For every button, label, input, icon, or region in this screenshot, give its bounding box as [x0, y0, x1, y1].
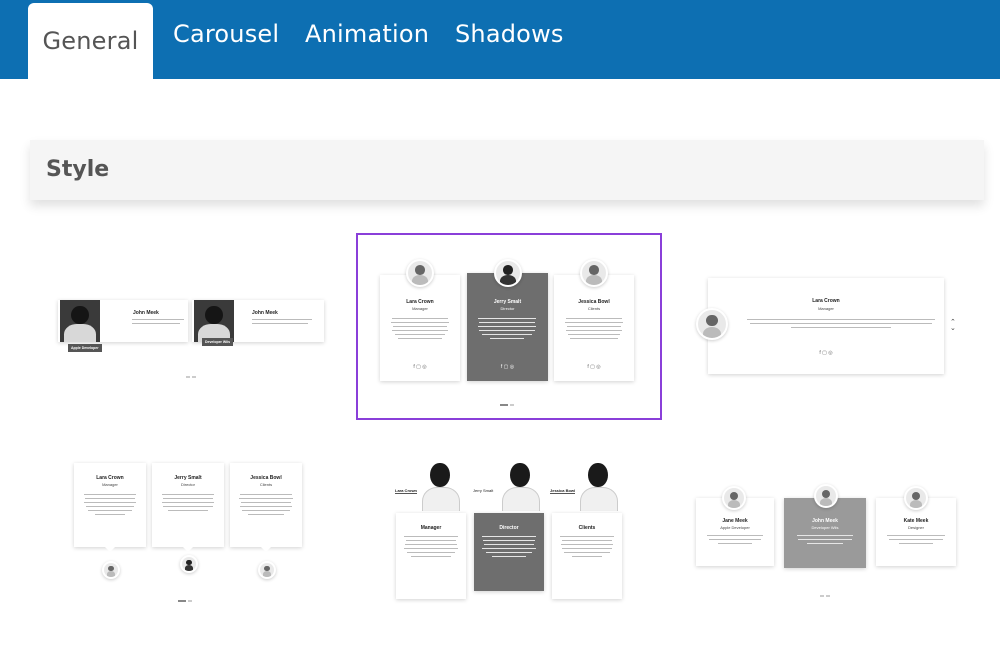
pagination-dots: [820, 584, 832, 597]
card-label: Developer Wiis: [202, 338, 234, 346]
card-name: Jessica Bowl: [550, 488, 576, 494]
avatar: [406, 259, 434, 287]
card-name: Jane Meek: [722, 518, 748, 524]
card-role: Manager: [412, 306, 428, 311]
bubble-tip: [261, 547, 271, 552]
card-role: Director: [180, 482, 195, 487]
card-role: Manager: [818, 306, 834, 311]
style-option-6[interactable]: Jane Meek Apple Developer John Meek Deve…: [690, 480, 970, 597]
tab-animation[interactable]: Animation: [305, 20, 429, 62]
style-option-5[interactable]: Lara Crown Jerry Smalt Jessica Bowl Mana…: [390, 455, 640, 605]
testimonial-card: Lara Crown Manager: [74, 463, 146, 547]
social-icons: f ▢ ◎: [500, 364, 515, 370]
testimonial-card: Clients: [552, 513, 622, 599]
testimonial-card: Lara Crown Manager f ▢ ◎: [708, 278, 944, 374]
avatar: [494, 259, 522, 287]
style-option-1[interactable]: John Meek Apple Developer John Meek Deve…: [40, 280, 340, 380]
testimonial-card: Jerry Smalt Director: [152, 463, 224, 547]
testimonial-card: John Meek: [58, 300, 188, 342]
card-role: Apple Developer: [720, 525, 750, 530]
card-name: Jessica Bowl: [578, 299, 610, 305]
avatar: [814, 484, 838, 508]
avatar: [102, 561, 120, 579]
card-text: [403, 533, 459, 560]
card-text: [252, 316, 312, 327]
card-label: Apple Developer: [68, 344, 102, 352]
testimonial-card: Jessica Bowl Clients: [230, 463, 302, 547]
photo: [498, 455, 542, 511]
card-name: Lara Crown: [96, 475, 124, 481]
social-icons: f ▢ ◎: [587, 364, 601, 370]
card-text: [746, 316, 936, 331]
card-text: [886, 532, 946, 547]
card-role: Clients: [578, 525, 596, 531]
section-header: Style: [30, 140, 984, 200]
testimonial-card: Lara Crown Manager f ▢ ◎: [380, 275, 460, 381]
carousel-arrows-icon: ⌃ ⌄: [950, 319, 956, 332]
style-option-2[interactable]: Lara Crown Manager f ▢ ◎ Jerry Smalt Dir…: [356, 233, 662, 420]
card-role: Developer Wiis: [811, 525, 839, 530]
card-role: Director: [500, 306, 515, 311]
card-text: [390, 315, 450, 342]
card-name: Lara Crown: [395, 488, 418, 494]
photo: [60, 300, 100, 342]
testimonial-card-active: John Meek Developer Wiis: [784, 498, 866, 568]
card-role: Director: [499, 525, 519, 531]
social-icons: f ▢ ◎: [819, 350, 833, 356]
card-name: Lara Crown: [406, 299, 434, 305]
testimonial-card-active: Director: [474, 513, 544, 591]
card-text: [559, 533, 615, 560]
testimonial-card: John Meek: [192, 300, 324, 342]
card-text: [132, 316, 184, 327]
testimonial-card-active: Jerry Smalt Director f ▢ ◎: [467, 273, 548, 381]
avatar: [180, 555, 198, 573]
card-name: Kate Meek: [903, 518, 929, 524]
bubble-tip: [105, 547, 115, 552]
pagination-dots: [178, 589, 194, 602]
pagination-dots: [500, 393, 516, 406]
testimonial-card: Jessica Bowl Clients f ▢ ◎: [554, 275, 634, 381]
card-role: Manager: [102, 482, 118, 487]
avatar: [580, 259, 608, 287]
testimonial-card: Manager: [396, 513, 466, 599]
card-role: Clients: [259, 482, 273, 487]
card-name: Jessica Bowl: [250, 475, 282, 481]
card-text: [706, 532, 764, 547]
style-option-4[interactable]: Lara Crown Manager Jerry Smalt Director …: [60, 455, 302, 602]
card-name: John Meek: [812, 518, 838, 524]
card-text: [238, 491, 294, 518]
card-name: Jerry Smalt: [473, 488, 494, 493]
pagination-dots: [186, 365, 198, 378]
card-role: Clients: [587, 306, 601, 311]
tab-general[interactable]: General: [28, 3, 153, 79]
avatar: [722, 486, 746, 510]
card-text: [477, 315, 537, 342]
tab-carousel[interactable]: Carousel: [173, 20, 279, 62]
avatar: [904, 486, 928, 510]
card-role: Manager: [420, 525, 442, 531]
photo: [418, 455, 462, 511]
bubble-tip: [183, 547, 193, 552]
style-option-3[interactable]: Lara Crown Manager f ▢ ◎ ⌃ ⌄: [690, 270, 970, 380]
section-title: Style: [46, 157, 110, 182]
card-name: Jerry Smalt: [174, 475, 202, 481]
card-text: [82, 491, 138, 518]
card-text: [481, 533, 537, 560]
card-text: [160, 491, 216, 514]
card-text: [564, 315, 624, 342]
tab-bar: General Carousel Animation Shadows: [0, 0, 1000, 79]
avatar: [696, 308, 728, 340]
card-role: Designer: [907, 525, 924, 530]
card-name: Lara Crown: [812, 298, 840, 304]
card-name: Jerry Smalt: [493, 299, 522, 305]
social-icons: f ▢ ◎: [413, 364, 427, 370]
photo: [576, 455, 620, 511]
card-text: [796, 532, 854, 547]
avatar: [258, 561, 276, 579]
photo: [194, 300, 234, 342]
tab-shadows[interactable]: Shadows: [455, 20, 564, 62]
